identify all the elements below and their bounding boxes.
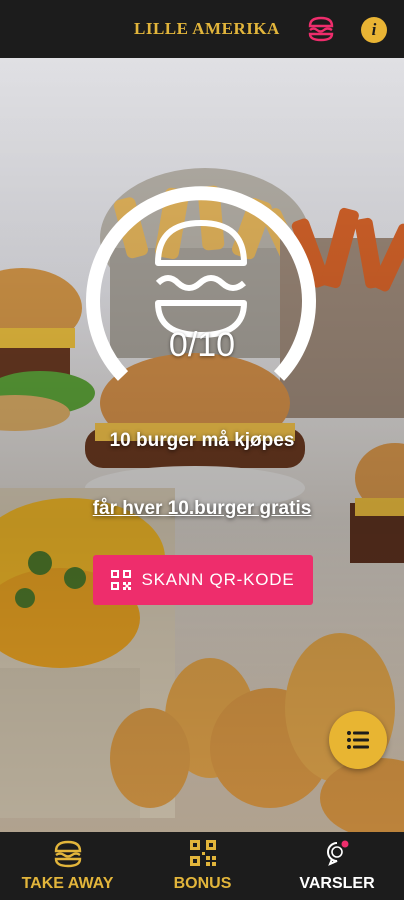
list-icon bbox=[347, 731, 369, 749]
stamp-progress-ring bbox=[86, 186, 316, 381]
tab-label: TAKE AWAY bbox=[21, 875, 114, 892]
scan-qr-label: SKANN QR-KODE bbox=[141, 570, 295, 589]
burger-icon bbox=[155, 220, 247, 338]
burger-icon[interactable] bbox=[307, 16, 335, 42]
tab-label: BONUS bbox=[173, 875, 232, 892]
tab-label: VARSLER bbox=[299, 875, 375, 892]
qr-code-icon bbox=[111, 570, 132, 590]
top-bar: LILLE AMERIKA i bbox=[0, 0, 404, 58]
must-buy-text: 10 burger må kjøpes bbox=[109, 430, 295, 451]
menu-fab[interactable] bbox=[329, 711, 387, 769]
app-title: LILLE AMERIKA bbox=[134, 19, 280, 38]
notification-bell-icon bbox=[327, 840, 349, 866]
burger-icon bbox=[54, 840, 81, 868]
reward-info-link[interactable]: får hver 10.burger gratis bbox=[40, 498, 364, 520]
qr-code-icon bbox=[189, 840, 216, 866]
scan-qr-button[interactable]: SKANN QR-KODE bbox=[93, 555, 313, 605]
info-icon[interactable]: i bbox=[361, 17, 387, 43]
bottom-tab-bar: TAKE AWAY BONUS VARSLER bbox=[0, 832, 404, 900]
tab-varsler[interactable]: VARSLER bbox=[270, 832, 404, 900]
tab-bonus[interactable]: BONUS bbox=[135, 832, 270, 900]
stamp-count: 0/10 bbox=[168, 326, 236, 364]
tab-take-away[interactable]: TAKE AWAY bbox=[0, 832, 135, 900]
